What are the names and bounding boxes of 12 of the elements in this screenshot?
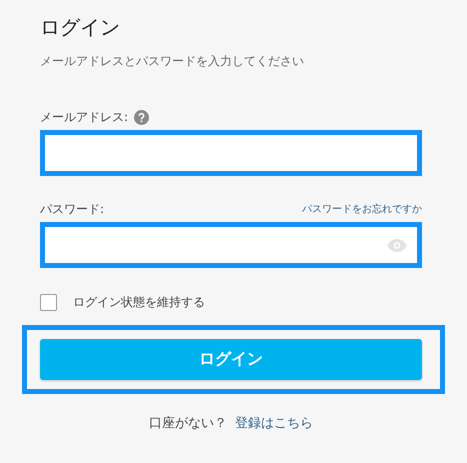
forgot-password-link[interactable]: パスワードをお忘れですか xyxy=(302,202,422,216)
checkbox-label: ログイン状態を維持する xyxy=(73,294,205,311)
checkbox[interactable] xyxy=(40,294,57,311)
input-field[interactable] xyxy=(40,130,422,176)
page-title: ログイン xyxy=(40,14,121,41)
register-link[interactable]: 登録はこちら xyxy=(235,414,313,432)
input-field[interactable] xyxy=(40,222,422,268)
help-icon[interactable] xyxy=(134,110,150,124)
field-label: メールアドレス: xyxy=(40,108,128,126)
instruction-text: メールアドレスとパスワードを入力してください xyxy=(40,53,305,70)
field-label: パスワード: xyxy=(40,200,104,218)
footer-text: 口座がない？ xyxy=(149,415,227,432)
